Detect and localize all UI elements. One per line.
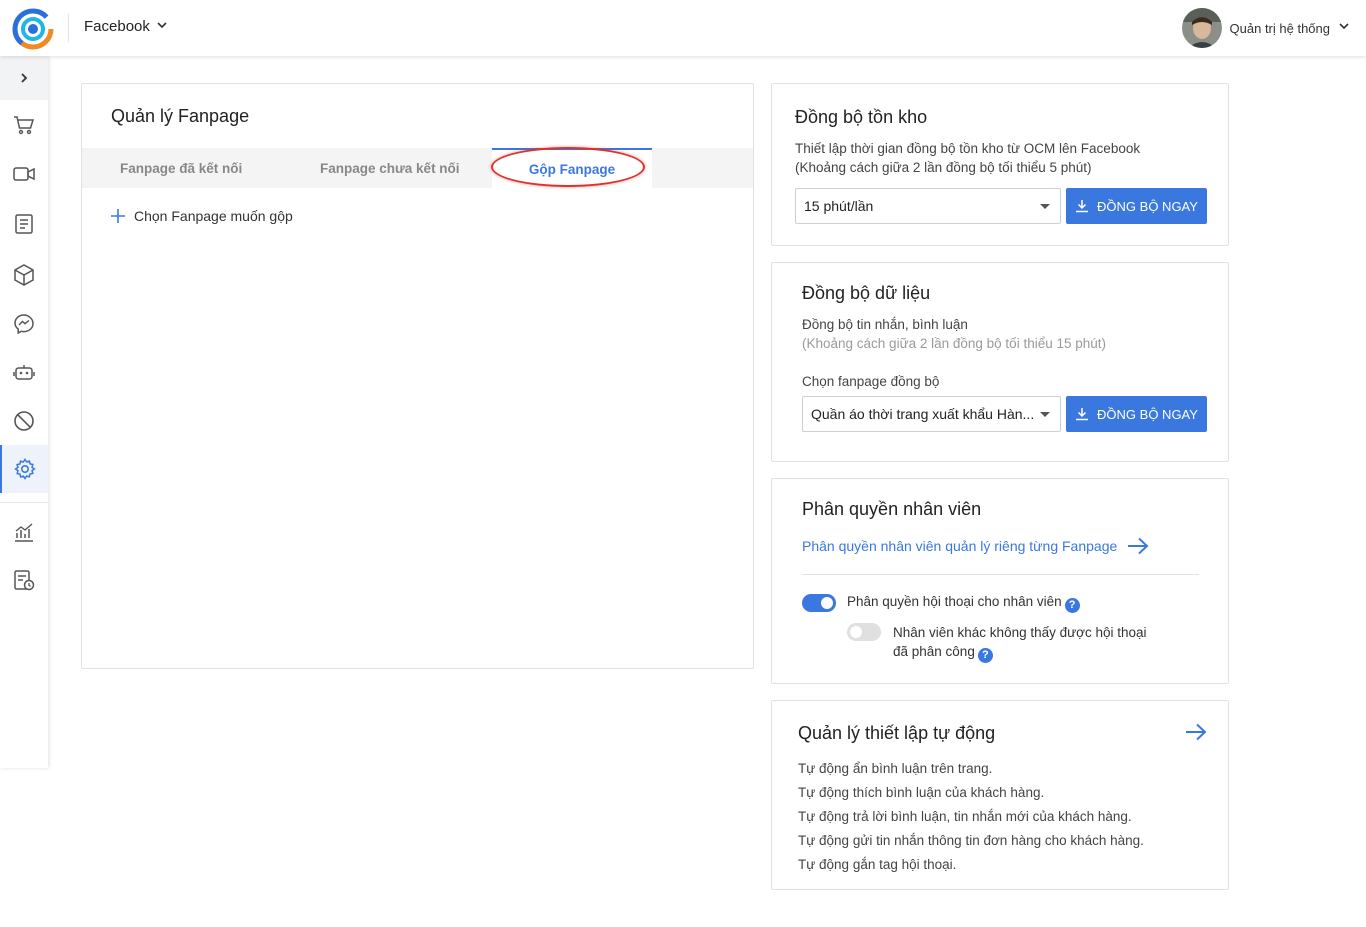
cart-icon xyxy=(14,116,35,135)
hide-assigned-text-1: Nhân viên khác không thấy được hội thoại xyxy=(893,625,1147,640)
chevron-right-icon xyxy=(21,73,28,83)
inventory-sync-desc-2: (Khoảng cách giữa 2 lần đồng bộ tối thiể… xyxy=(795,160,1092,175)
sidebar-expand-button[interactable] xyxy=(0,56,48,100)
arrow-right-icon xyxy=(1128,537,1149,555)
data-sync-title: Đồng bộ dữ liệu xyxy=(802,283,931,303)
document-icon xyxy=(15,214,33,234)
sidebar-item-bot[interactable] xyxy=(0,348,48,396)
caret-down-icon xyxy=(1040,203,1050,209)
hide-assigned-toggle[interactable] xyxy=(847,623,881,641)
sidebar-item-analytics[interactable] xyxy=(0,508,48,556)
user-menu[interactable]: Quản trị hệ thống xyxy=(1181,8,1350,48)
top-bar: Facebook Quản trị hệ thống xyxy=(0,0,1366,56)
inventory-sync-now-button[interactable]: ĐỒNG BỘ NGAY xyxy=(1066,188,1207,224)
robot-icon xyxy=(13,365,35,380)
top-divider xyxy=(68,14,69,42)
download-icon xyxy=(1076,200,1089,213)
sidebar-item-orders[interactable] xyxy=(0,101,48,149)
auto-setting-item: Tự động trả lời bình luận, tin nhắn mới … xyxy=(798,809,1132,824)
sidebar-item-blocked[interactable] xyxy=(0,397,48,445)
tab-connected[interactable]: Fanpage đã kết nối xyxy=(120,148,242,188)
auto-setting-item: Tự động gửi tin nhắn thông tin đơn hàng … xyxy=(798,833,1144,848)
app-name: Facebook xyxy=(84,18,150,35)
hide-assigned-text-2: đã phân công xyxy=(893,644,975,659)
staff-permission-title: Phân quyền nhân viên xyxy=(802,499,982,519)
video-icon xyxy=(13,167,35,181)
divider xyxy=(802,574,1199,575)
data-sync-desc-2: (Khoảng cách giữa 2 lần đồng bộ tối thiể… xyxy=(802,336,1107,351)
plus-icon xyxy=(111,209,125,223)
conversation-permission-toggle[interactable] xyxy=(802,594,836,612)
sidebar-item-video[interactable] xyxy=(0,150,48,198)
inventory-sync-now-label: ĐỒNG BỘ NGAY xyxy=(1097,198,1198,214)
auto-setting-item: Tự động thích bình luận của khách hàng. xyxy=(798,785,1045,800)
auto-setting-item: Tự động ẩn bình luận trên trang. xyxy=(798,761,993,776)
help-icon[interactable]: ? xyxy=(1064,598,1080,613)
data-sync-now-button[interactable]: ĐỒNG BỘ NGAY xyxy=(1066,396,1207,432)
user-name: Quản trị hệ thống xyxy=(1229,20,1330,36)
toggle-knob xyxy=(850,626,862,638)
sidebar-item-reports[interactable] xyxy=(0,556,48,604)
add-fanpage-label: Chọn Fanpage muốn gộp xyxy=(134,208,293,224)
download-icon xyxy=(1076,408,1089,421)
sidebar xyxy=(0,56,48,768)
sidebar-divider xyxy=(0,502,48,503)
sidebar-item-documents[interactable] xyxy=(0,200,48,248)
app-switcher[interactable]: Facebook xyxy=(84,18,168,35)
data-sync-card: Đồng bộ dữ liệu Đồng bộ tin nhắn, bình l… xyxy=(771,262,1229,462)
staff-permission-link-label: Phân quyền nhân viên quản lý riêng từng … xyxy=(802,538,1118,554)
conversation-permission-label: Phân quyền hội thoại cho nhân viên? xyxy=(847,592,1080,613)
ban-icon xyxy=(14,411,34,431)
gear-icon xyxy=(14,458,36,480)
app-logo[interactable] xyxy=(12,8,54,50)
chevron-down-icon xyxy=(1338,19,1350,37)
fanpage-tabs: Fanpage đã kết nối Fanpage chưa kết nối … xyxy=(82,148,753,188)
chevron-down-icon xyxy=(156,18,168,35)
fanpage-manager-title: Quản lý Fanpage xyxy=(111,106,250,126)
add-fanpage-button[interactable]: Chọn Fanpage muốn gộp xyxy=(110,208,293,224)
report-icon xyxy=(14,570,35,591)
sidebar-item-settings[interactable] xyxy=(0,445,48,493)
staff-permission-link[interactable]: Phân quyền nhân viên quản lý riêng từng … xyxy=(802,537,1149,555)
arrow-right-icon xyxy=(1186,723,1207,741)
avatar xyxy=(1181,8,1222,48)
data-sync-desc-1: Đồng bộ tin nhắn, bình luận xyxy=(802,317,968,332)
auto-settings-open-button[interactable] xyxy=(1185,723,1207,746)
auto-setting-item: Tự động gắn tag hội thoại. xyxy=(798,857,957,872)
help-icon[interactable]: ? xyxy=(977,648,993,663)
sidebar-item-products[interactable] xyxy=(0,251,48,299)
conversation-permission-text: Phân quyền hội thoại cho nhân viên xyxy=(847,594,1062,609)
chart-icon xyxy=(15,523,33,542)
tab-not-connected[interactable]: Fanpage chưa kết nối xyxy=(320,148,460,188)
staff-permission-card: Phân quyền nhân viên Phân quyền nhân viê… xyxy=(771,478,1229,684)
fanpage-manager-card: Quản lý Fanpage Fanpage đã kết nối Fanpa… xyxy=(81,83,754,669)
auto-settings-title: Quản lý thiết lập tự động xyxy=(798,723,996,743)
sidebar-item-messenger[interactable] xyxy=(0,300,48,348)
box-icon xyxy=(14,264,34,286)
inventory-sync-card: Đồng bộ tồn kho Thiết lập thời gian đồng… xyxy=(771,83,1229,246)
toggle-knob xyxy=(821,597,833,609)
caret-down-icon xyxy=(1040,411,1050,417)
inventory-sync-desc-1: Thiết lập thời gian đồng bộ tồn kho từ O… xyxy=(795,141,1141,156)
messenger-icon xyxy=(14,314,34,335)
inventory-sync-title: Đồng bộ tồn kho xyxy=(795,107,928,127)
data-sync-now-label: ĐỒNG BỘ NGAY xyxy=(1097,406,1198,422)
sync-interval-value: 15 phút/lần xyxy=(804,198,874,214)
fanpage-sync-value: Quần áo thời trang xuất khẩu Hàn... xyxy=(811,406,1035,422)
auto-settings-card: Quản lý thiết lập tự động Tự động ẩn bìn… xyxy=(771,700,1229,890)
fanpage-sync-select[interactable]: Quần áo thời trang xuất khẩu Hàn... xyxy=(802,396,1061,432)
sync-interval-select[interactable]: 15 phút/lần xyxy=(795,188,1061,224)
fanpage-select-label: Chọn fanpage đồng bộ xyxy=(802,374,940,389)
hide-assigned-label: Nhân viên khác không thấy được hội thoại… xyxy=(893,623,1147,663)
tab-merge[interactable]: Gộp Fanpage xyxy=(492,148,652,188)
